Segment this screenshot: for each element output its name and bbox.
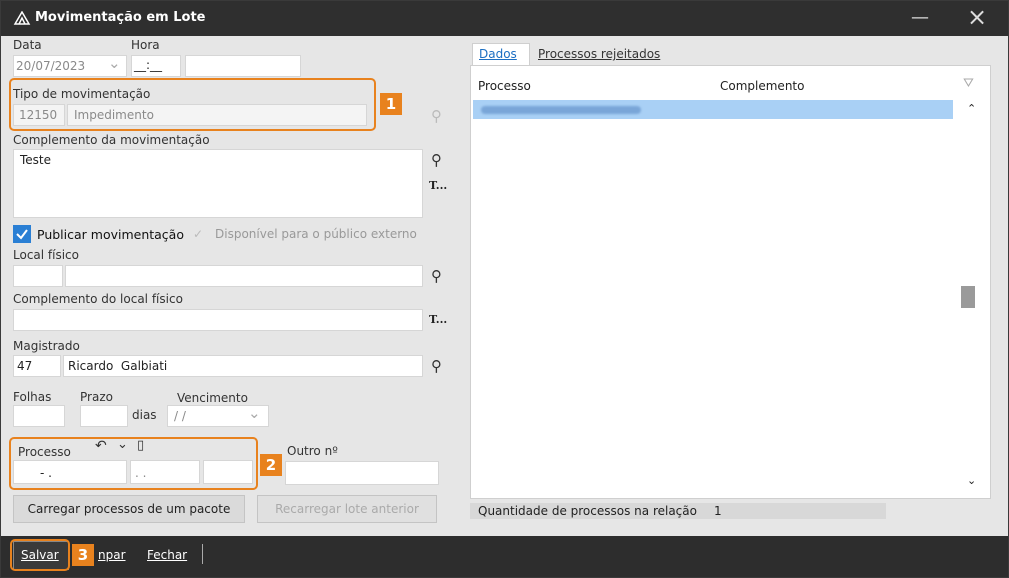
column-header-processo[interactable]: Processo: [478, 79, 531, 93]
app-logo-icon: [13, 10, 31, 28]
outro-label: Outro nº: [287, 444, 338, 458]
filter-icon[interactable]: ⛛: [963, 76, 974, 91]
minimize-button[interactable]: —: [911, 7, 929, 28]
text-template-icon[interactable]: T...: [429, 313, 447, 326]
vencimento-field[interactable]: / / ⌄: [167, 404, 269, 427]
quantidade-bar: Quantidade de processos na relação 1: [470, 503, 886, 519]
local-text-field[interactable]: [65, 265, 423, 287]
checkmark-disabled-icon: ✓: [193, 227, 204, 241]
scroll-up-icon[interactable]: ⌃: [967, 102, 976, 115]
limpar-button[interactable]: npar: [98, 548, 126, 562]
disponivel-label[interactable]: Disponível para o público externo: [215, 227, 417, 241]
divider: [202, 544, 203, 564]
carregar-button[interactable]: Carregar processos de um pacote: [13, 495, 245, 523]
highlight-box-3: [10, 539, 70, 571]
window: Movimentação em Lote — × Data Hora 20/07…: [0, 0, 1009, 578]
search-icon[interactable]: ⚲: [431, 267, 442, 285]
magistrado-code-field[interactable]: 47: [13, 355, 61, 377]
prazo-field[interactable]: [80, 405, 128, 427]
complemento-local-field[interactable]: [13, 309, 423, 331]
extra-time-field[interactable]: [185, 55, 301, 77]
text-template-icon[interactable]: T...: [429, 179, 447, 192]
search-icon[interactable]: ⚲: [431, 151, 442, 169]
highlight-box-1: [9, 78, 376, 131]
recarregar-button[interactable]: Recarregar lote anterior: [257, 495, 437, 523]
search-icon[interactable]: ⚲: [431, 357, 442, 375]
publicar-label[interactable]: Publicar movimentação: [37, 227, 184, 242]
chevron-down-icon: ⌄: [248, 404, 261, 422]
publicar-checkbox[interactable]: [13, 225, 31, 243]
date-field[interactable]: 20/07/2023 ⌄: [13, 54, 127, 77]
highlight-box-2: [9, 437, 258, 490]
title-bar: Movimentação em Lote — ×: [1, 1, 1008, 36]
tab-processos-rejeitados[interactable]: Processos rejeitados: [538, 47, 660, 61]
date-label: Data: [13, 38, 42, 52]
complemento-local-label: Complemento do local físico: [13, 292, 183, 306]
search-icon[interactable]: ⚲: [431, 107, 442, 125]
tab-dados[interactable]: Dados: [472, 43, 530, 66]
blurred-process-number: [481, 106, 641, 114]
quantidade-label: Quantidade de processos na relação: [478, 504, 697, 518]
badge-1: 1: [380, 93, 402, 115]
window-title: Movimentação em Lote: [35, 10, 206, 25]
magistrado-name-field[interactable]: Ricardo Galbiati: [63, 355, 423, 377]
scroll-down-icon[interactable]: ⌄: [967, 474, 976, 487]
folhas-field[interactable]: [13, 405, 65, 427]
badge-3: 3: [72, 544, 94, 566]
fechar-button[interactable]: Fechar: [147, 548, 187, 562]
outro-field[interactable]: [285, 461, 439, 485]
folhas-label: Folhas: [13, 390, 52, 404]
quantidade-value: 1: [714, 504, 722, 518]
chevron-down-icon: ⌄: [108, 54, 121, 72]
complemento-label: Complemento da movimentação: [13, 133, 210, 147]
prazo-unit-label: dias: [132, 408, 157, 422]
time-field[interactable]: __:__: [131, 55, 181, 77]
footer-toolbar: Salvar 3 npar Fechar: [1, 536, 1008, 577]
magistrado-label: Magistrado: [13, 339, 80, 353]
prazo-label: Prazo: [80, 390, 113, 404]
column-header-complemento[interactable]: Complemento: [720, 79, 804, 93]
badge-2: 2: [260, 454, 282, 476]
local-code-field[interactable]: [13, 265, 63, 287]
time-label: Hora: [131, 38, 160, 52]
vencimento-label: Vencimento: [177, 391, 248, 405]
scrollbar-thumb[interactable]: [961, 286, 975, 308]
complemento-textarea[interactable]: Teste: [13, 149, 423, 218]
table-row[interactable]: [473, 100, 953, 119]
local-label: Local físico: [13, 248, 79, 262]
close-button[interactable]: ×: [967, 3, 987, 31]
dados-panel: Processo Complemento ⛛ ⌃ ⌄: [470, 65, 991, 499]
